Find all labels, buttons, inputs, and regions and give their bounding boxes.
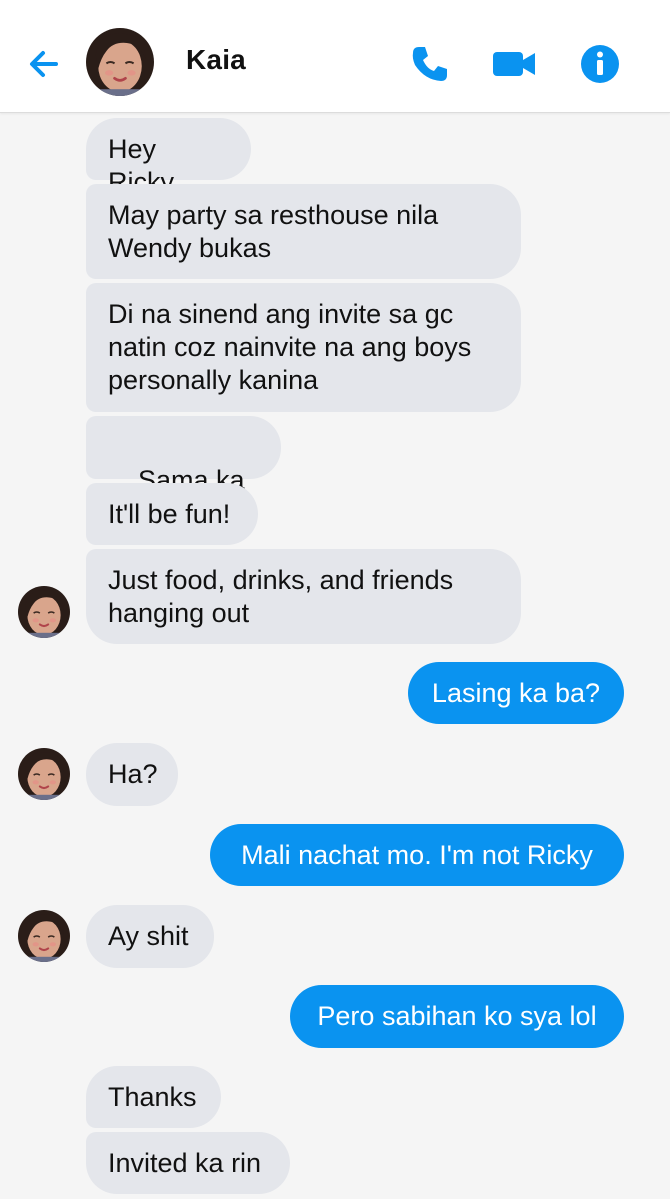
message-thread[interactable]: Hey Ricky May party sa resthouse nila We… (0, 113, 670, 1199)
phone-icon (412, 47, 447, 81)
sender-avatar[interactable] (18, 586, 70, 638)
message-bubble[interactable]: Thanks (86, 1066, 221, 1128)
message-bubble[interactable]: May party sa resthouse nila Wendy bukas (86, 184, 521, 279)
message-bubble[interactable]: Ha? (86, 743, 178, 806)
video-camera-icon (493, 52, 535, 76)
message-bubble[interactable]: Just food, drinks, and friends hanging o… (86, 549, 521, 644)
info-icon (581, 45, 619, 83)
message-bubble[interactable]: Mali nachat mo. I'm not Ricky (210, 824, 624, 886)
back-button[interactable] (24, 44, 64, 84)
chat-header: Kaia (0, 0, 670, 113)
message-bubble[interactable]: Sama ka (86, 416, 281, 527)
message-bubble[interactable]: Hey Ricky (86, 118, 251, 197)
arrow-left-icon (30, 51, 58, 77)
sender-avatar[interactable] (18, 910, 70, 962)
message-bubble[interactable]: Invited ka rin (86, 1132, 290, 1194)
video-call-button[interactable] (490, 40, 538, 88)
message-bubble[interactable]: Pero sabihan ko sya lol (290, 985, 624, 1048)
message-bubble[interactable]: Di na sinend ang invite sa gc natin coz … (86, 283, 521, 412)
message-bubble[interactable]: Ay shit (86, 905, 214, 968)
voice-call-button[interactable] (406, 40, 454, 88)
info-button[interactable] (576, 40, 624, 88)
contact-avatar[interactable] (86, 28, 154, 96)
message-bubble[interactable]: It'll be fun! (86, 483, 258, 545)
message-bubble[interactable]: Lasing ka ba? (408, 662, 624, 724)
contact-name[interactable]: Kaia (186, 44, 246, 76)
sender-avatar[interactable] (18, 748, 70, 800)
